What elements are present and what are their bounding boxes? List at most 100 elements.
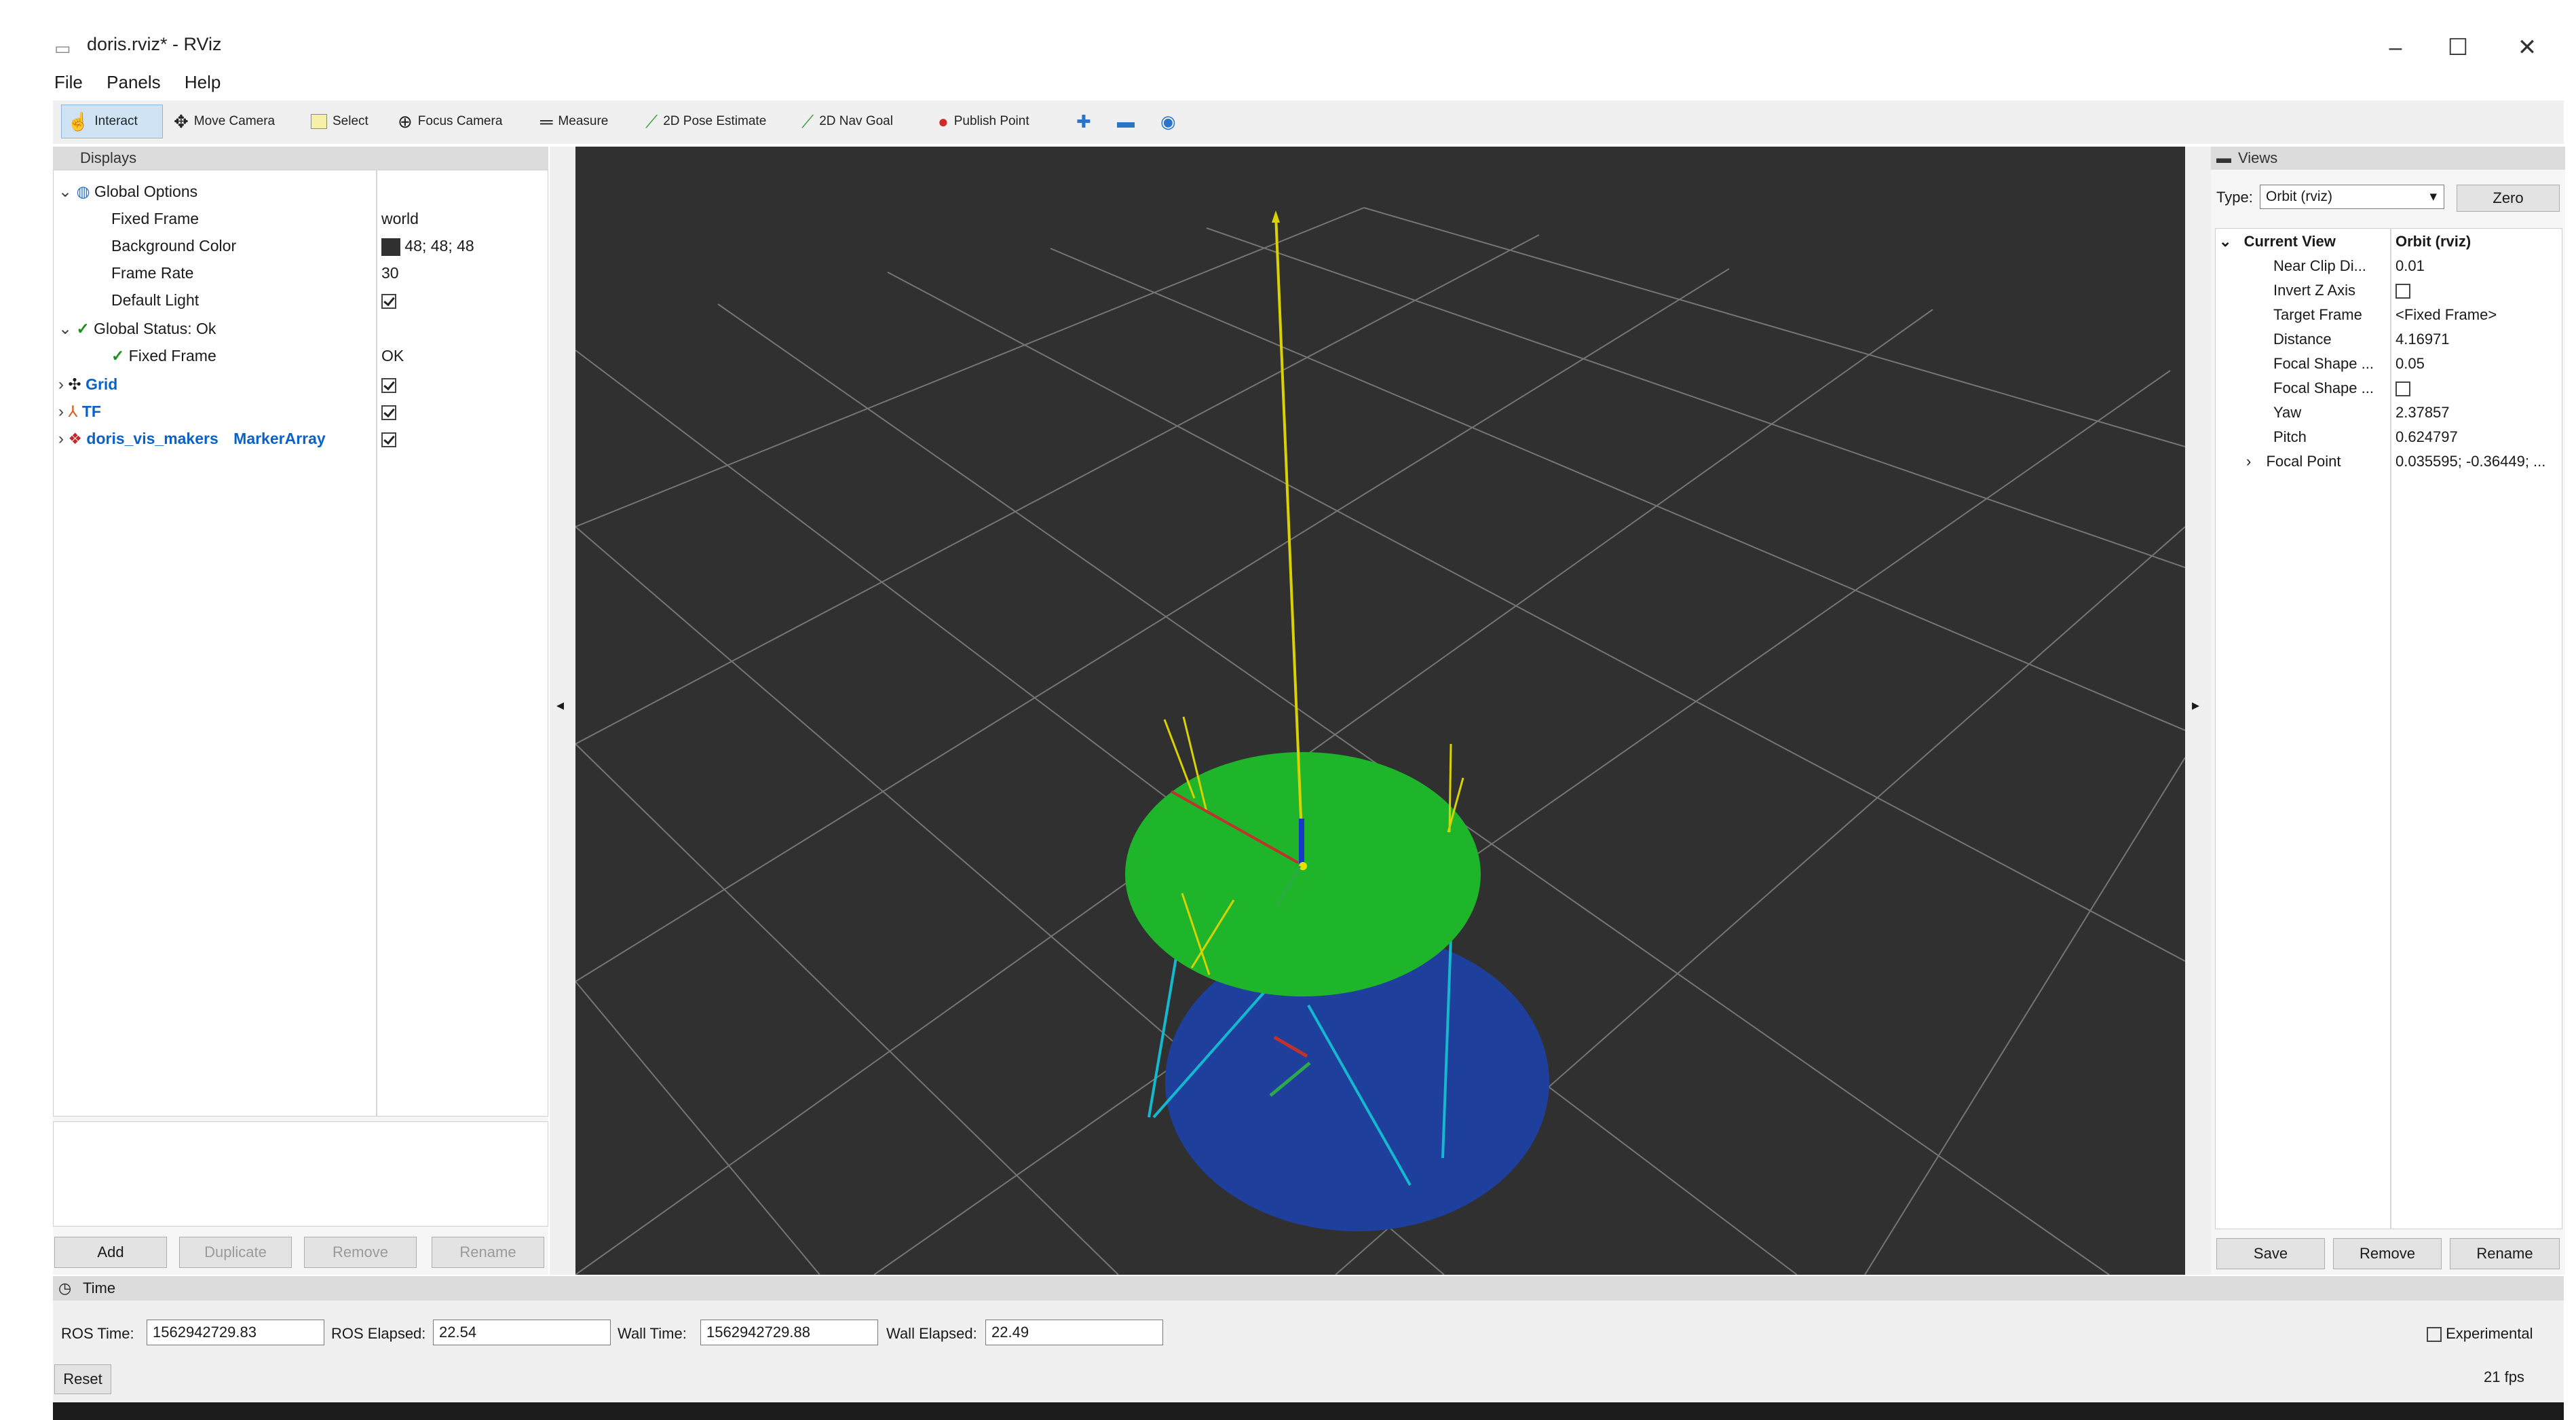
dropdown-arrow-icon[interactable]: ▾ (2429, 185, 2437, 208)
add-tool-button[interactable]: ✚ (1071, 105, 1105, 138)
collapse-right-arrow-icon[interactable]: ▸ (2192, 696, 2199, 714)
tool-select[interactable]: Select (305, 105, 380, 138)
rename-view-button[interactable]: Rename (2450, 1238, 2560, 1269)
right-panel-collapse-handle[interactable]: ▸ (2185, 147, 2211, 1275)
grid-enabled-checkbox[interactable] (381, 371, 396, 398)
checkbox-checked[interactable] (381, 405, 396, 420)
display-item-markerarray[interactable]: › ❖ doris_vis_makers MarkerArray (58, 425, 326, 452)
ros-time-field[interactable]: 1562942729.83 (147, 1320, 324, 1345)
tool-measure[interactable]: ═ Measure (535, 105, 630, 138)
frame-rate-label: Frame Rate (111, 264, 194, 282)
checkbox-unchecked[interactable] (2395, 381, 2410, 397)
hand-icon: ☝ (67, 111, 90, 132)
chevron-down-icon[interactable]: ⌄ (2219, 233, 2231, 250)
focal-shape-fixed-label: Focal Shape ... (2273, 379, 2374, 396)
tool-interact[interactable]: ☝ Interact (61, 105, 163, 138)
invert-z-label: Invert Z Axis (2273, 282, 2356, 299)
focal-shape-fixed-checkbox[interactable] (2395, 376, 2410, 400)
focal-shape-size-value[interactable]: 0.05 (2395, 352, 2425, 376)
invert-z-checkbox[interactable] (2395, 278, 2410, 303)
display-item-grid[interactable]: › ✣ Grid (58, 371, 117, 398)
checkbox-unchecked[interactable] (2395, 284, 2410, 299)
focal-point-value[interactable]: 0.035595; -0.36449; ... (2395, 449, 2545, 474)
move-camera-icon: ✥ (174, 111, 189, 132)
global-options-row[interactable]: ⌄ ◍ Global Options (58, 178, 197, 205)
minimize-button[interactable]: – (2368, 27, 2423, 68)
fixed-frame-value[interactable]: world (381, 205, 419, 232)
color-swatch (381, 238, 400, 256)
near-clip-value[interactable]: 0.01 (2395, 254, 2425, 278)
target-frame-value[interactable]: <Fixed Frame> (2395, 303, 2497, 327)
zero-view-button[interactable]: Zero (2457, 185, 2560, 212)
checkbox-checked[interactable] (381, 293, 396, 309)
experimental-toggle[interactable]: Experimental (2427, 1325, 2533, 1343)
frame-rate-value[interactable]: 30 (381, 259, 399, 286)
background-color-label: Background Color (111, 237, 237, 255)
tree-column-divider[interactable] (376, 170, 377, 1117)
tool-move-camera[interactable]: ✥ Move Camera (168, 105, 289, 138)
chevron-right-icon[interactable]: › (58, 430, 64, 448)
default-light-checkbox[interactable] (381, 286, 396, 314)
display-item-tf[interactable]: › ⅄ TF (58, 398, 101, 425)
add-display-button[interactable]: Add (54, 1237, 167, 1268)
view-type-label: Type: (2216, 189, 2253, 206)
tool-focus-camera[interactable]: ⊕ Focus Camera (392, 105, 521, 138)
green-arrow-icon: ⟋ (801, 111, 814, 132)
checkbox-unchecked[interactable] (2427, 1327, 2442, 1343)
wall-time-field[interactable]: 1562942729.88 (700, 1320, 878, 1345)
remove-tool-button[interactable]: ▬ (1112, 105, 1150, 138)
focus-icon: ⊕ (398, 111, 413, 132)
tool-2d-nav-goal[interactable]: ⟋ 2D Nav Goal (796, 105, 925, 138)
reset-button[interactable]: Reset (54, 1364, 111, 1394)
remove-display-button[interactable]: Remove (304, 1237, 417, 1268)
chevron-down-icon[interactable]: ⌄ (58, 320, 72, 338)
marker-array-icon: ❖ (68, 430, 83, 447)
menu-file[interactable]: File (54, 72, 83, 92)
chevron-right-icon[interactable]: › (2246, 453, 2251, 470)
focal-point-row[interactable]: › Focal Point (2246, 449, 2341, 474)
views-panel-header: ▬ Views (2211, 147, 2565, 170)
markerarray-enabled-checkbox[interactable] (381, 425, 396, 452)
views-property-tree (2215, 228, 2562, 1229)
yaw-value[interactable]: 2.37857 (2395, 400, 2450, 425)
tool-publish-point[interactable]: ● Publish Point (932, 105, 1061, 138)
menu-panels[interactable]: Panels (107, 72, 161, 92)
chevron-right-icon[interactable]: › (58, 403, 64, 421)
left-panel-collapse-handle[interactable]: ◂ (550, 147, 575, 1275)
tool-2d-pose-estimate[interactable]: ⟋ 2D Pose Estimate (640, 105, 789, 138)
default-light-label: Default Light (111, 291, 200, 309)
checkbox-checked[interactable] (381, 377, 396, 393)
ros-elapsed-field[interactable]: 22.54 (433, 1320, 611, 1345)
maximize-button[interactable]: ☐ (2431, 27, 2485, 68)
checkbox-checked[interactable] (381, 432, 396, 447)
duplicate-display-button[interactable]: Duplicate (179, 1237, 292, 1268)
global-status-row[interactable]: ⌄ ✓ Global Status: Ok (58, 315, 216, 342)
ros-time-label: ROS Time: (61, 1325, 134, 1342)
rename-display-button[interactable]: Rename (432, 1237, 544, 1268)
pitch-value[interactable]: 0.624797 (2395, 425, 2458, 449)
wall-elapsed-field[interactable]: 22.49 (985, 1320, 1163, 1345)
tf-enabled-checkbox[interactable] (381, 398, 396, 425)
current-view-row[interactable]: ⌄ Current View (2219, 229, 2336, 254)
top-disk-marker (1125, 752, 1481, 996)
check-icon: ✓ (111, 347, 125, 365)
views-column-divider[interactable] (2390, 228, 2391, 1229)
current-view-type: Orbit (rviz) (2395, 233, 2471, 250)
remove-view-button[interactable]: Remove (2333, 1238, 2442, 1269)
menu-help[interactable]: Help (185, 72, 221, 92)
camera-type-button[interactable]: ◉ (1155, 105, 1193, 138)
distance-value[interactable]: 4.16971 (2395, 327, 2450, 352)
chevron-down-icon[interactable]: ⌄ (58, 183, 72, 201)
render-viewport[interactable] (575, 147, 2186, 1275)
rviz-app-icon: ▭ (54, 38, 71, 58)
close-button[interactable]: ✕ (2500, 27, 2554, 68)
scene-3d[interactable] (575, 147, 2186, 1275)
background-color-value[interactable]: 48; 48; 48 (381, 232, 474, 259)
chevron-right-icon[interactable]: › (58, 375, 64, 394)
status-fixed-frame-value: OK (381, 347, 404, 365)
view-type-select[interactable]: Orbit (rviz) ▾ (2260, 185, 2444, 209)
save-view-button[interactable]: Save (2216, 1238, 2325, 1269)
focal-shape-size-label: Focal Shape ... (2273, 355, 2374, 372)
collapse-left-arrow-icon[interactable]: ◂ (556, 696, 564, 714)
time-panel-header: ◷ Time (53, 1276, 2564, 1301)
